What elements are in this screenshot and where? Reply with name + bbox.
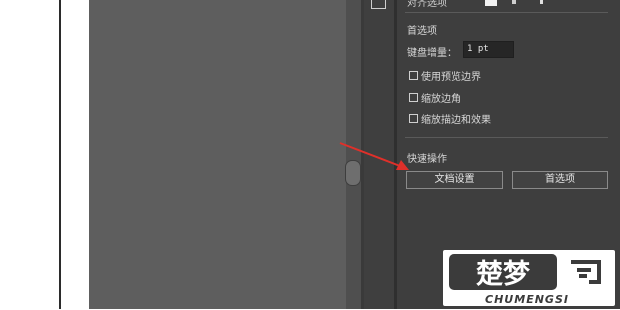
logo-small-text: CHUMENGSI xyxy=(485,293,569,306)
arrow-shaft xyxy=(339,142,401,167)
logo-big-text: 楚梦 xyxy=(476,259,530,290)
watermark-logo: 楚梦 CHUMENGSI xyxy=(443,250,615,306)
logo-glyph xyxy=(571,260,601,284)
watermark-graphic: 楚梦 CHUMENGSI xyxy=(449,254,601,306)
